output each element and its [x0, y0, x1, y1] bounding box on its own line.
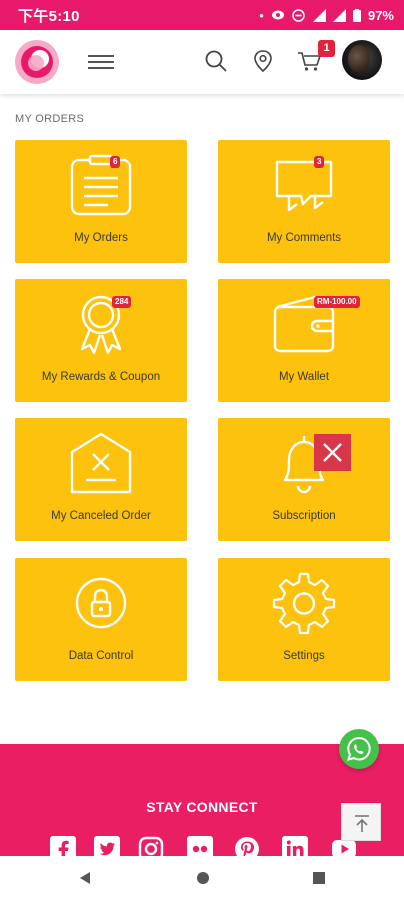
tile-label: My Canceled Order — [51, 510, 151, 522]
chat-bubbles-icon — [275, 160, 333, 212]
scroll-to-top-button[interactable] — [341, 803, 381, 841]
location-icon[interactable] — [252, 49, 274, 73]
data-control-tile[interactable]: Data Control — [15, 558, 187, 681]
my-rewards-coupon-tile[interactable]: 284 My Rewards & Coupon — [15, 279, 187, 402]
tile-label: Subscription — [272, 510, 336, 522]
instagram-icon[interactable] — [138, 836, 164, 856]
my-comments-tile[interactable]: 3 My Comments — [218, 140, 390, 263]
app-header: 1 — [0, 30, 404, 94]
status-icons: ● 97% — [259, 8, 394, 23]
whatsapp-icon — [347, 736, 371, 761]
gear-icon — [272, 572, 336, 635]
settings-tile[interactable]: Settings — [218, 558, 390, 681]
recents-icon[interactable] — [311, 870, 327, 886]
arrow-up-icon — [355, 815, 369, 832]
battery-level: 97% — [367, 7, 394, 23]
pinterest-icon[interactable] — [234, 836, 260, 856]
avatar[interactable] — [342, 40, 382, 80]
tile-label: My Comments — [266, 232, 342, 244]
cart-count-badge: 1 — [318, 40, 335, 57]
signal-4g-icon — [312, 8, 326, 22]
whatsapp-button[interactable] — [339, 729, 379, 769]
twitter-icon[interactable] — [94, 836, 120, 856]
orders-count-badge: 6 — [110, 156, 121, 168]
status-time: 下午5:10 — [18, 7, 80, 25]
signal-icon — [332, 8, 346, 22]
tile-label: My Orders — [74, 232, 128, 244]
rewards-count-badge: 284 — [112, 296, 132, 308]
my-orders-tile[interactable]: 6 My Orders — [15, 140, 187, 263]
canceled-order-icon — [70, 432, 132, 494]
my-canceled-order-tile[interactable]: My Canceled Order — [15, 418, 187, 541]
flickr-icon[interactable] — [187, 836, 213, 856]
section-title: MY ORDERS — [15, 113, 85, 125]
tile-label: Data Control — [68, 650, 134, 662]
menu-icon[interactable] — [88, 51, 114, 73]
system-nav-bar — [0, 856, 404, 900]
tile-label: My Wallet — [278, 371, 330, 383]
my-wallet-tile[interactable]: RM-100.00 My Wallet — [218, 279, 390, 402]
notification-dot-icon: ● — [259, 10, 264, 20]
tile-label: My Rewards & Coupon — [41, 371, 161, 383]
facebook-icon[interactable] — [50, 836, 76, 856]
tile-label: Settings — [283, 650, 325, 662]
status-bar: 下午5:10 ● 97% — [0, 0, 404, 30]
home-icon[interactable] — [195, 870, 211, 886]
eye-icon — [271, 10, 284, 20]
dnd-icon — [292, 8, 305, 22]
wallet-balance-badge: RM-100.00 — [314, 296, 360, 308]
comments-count-badge: 3 — [314, 156, 325, 168]
lock-icon — [75, 577, 127, 629]
battery-icon — [352, 8, 361, 22]
clipboard-icon — [70, 154, 132, 216]
linkedin-icon[interactable] — [282, 836, 308, 856]
logo-icon[interactable] — [14, 39, 60, 85]
search-icon[interactable] — [204, 49, 228, 73]
subscription-tile[interactable]: Subscription — [218, 418, 390, 541]
back-icon[interactable] — [77, 870, 93, 886]
close-icon[interactable] — [314, 434, 351, 471]
